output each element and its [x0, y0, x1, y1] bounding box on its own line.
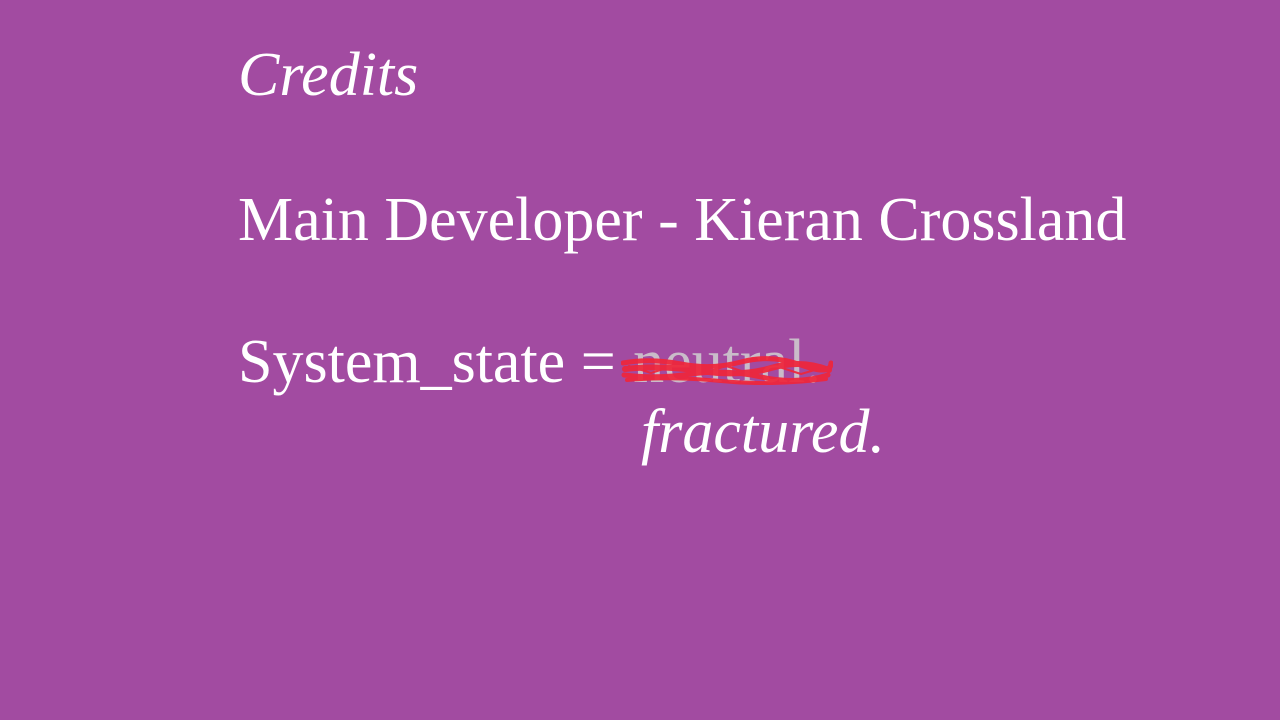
- credit-role: Main Developer: [238, 186, 643, 254]
- credit-entry: Main Developer - Kieran Crossland: [238, 189, 1126, 251]
- credits-screen: Credits Main Developer - Kieran Crosslan…: [0, 0, 1280, 720]
- credits-title: Credits: [238, 41, 419, 109]
- system-state-new-value: fractured.: [641, 398, 885, 466]
- credit-separator: -: [658, 186, 679, 254]
- system-state-old-value: neutral.: [633, 328, 821, 396]
- credit-name: Kieran Crossland: [694, 186, 1127, 254]
- system-state-label: System_state =: [238, 328, 616, 396]
- system-state-line: System_state = neutral.: [238, 328, 834, 396]
- system-state-old-value-wrapper: neutral.: [621, 328, 834, 396]
